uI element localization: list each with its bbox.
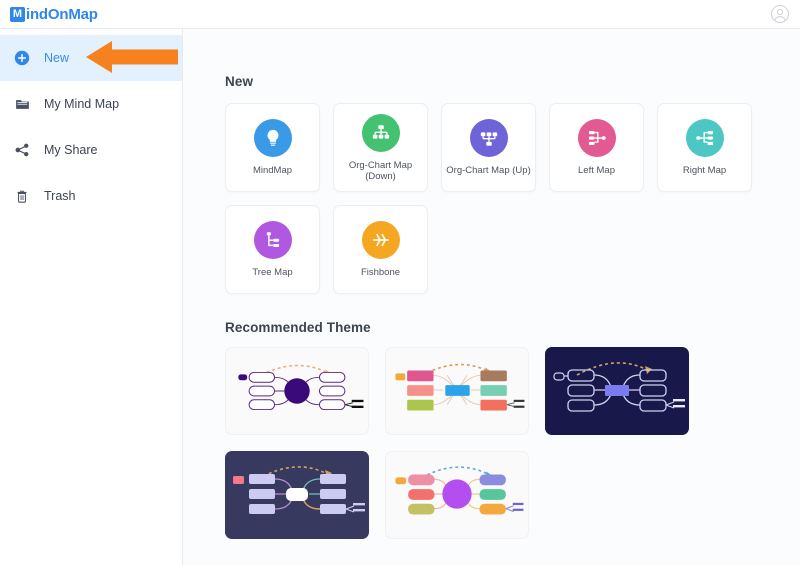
logo-text: indOnMap (26, 5, 98, 23)
user-circle-icon[interactable] (770, 4, 790, 24)
fishbone-icon (361, 221, 400, 259)
tree-map-icon (253, 221, 292, 259)
org-chart-down-icon (361, 113, 400, 152)
plus-circle-icon (12, 48, 32, 68)
sidebar-item-label: Trash (44, 189, 76, 203)
org-chart-up-icon (469, 119, 508, 157)
sidebar-item-new[interactable]: New (0, 35, 182, 81)
template-card-mindmap[interactable]: MindMap (225, 103, 320, 192)
template-card-right-map[interactable]: Right Map (657, 103, 752, 192)
theme-preview (238, 364, 364, 411)
theme-card-slate-dark[interactable] (225, 451, 369, 539)
logo-badge: M (10, 6, 25, 22)
template-label: MindMap (252, 165, 293, 176)
right-map-icon (685, 119, 724, 157)
sidebar-item-label: My Share (44, 143, 98, 157)
template-card-org-chart-up[interactable]: Org-Chart Map (Up) (441, 103, 536, 192)
theme-card-colorful-light[interactable] (385, 347, 529, 435)
top-bar: M indOnMap (0, 0, 800, 29)
sidebar-item-trash[interactable]: Trash (0, 173, 182, 219)
theme-preview (233, 466, 365, 514)
sidebar: New My Mind Map My Share Trash (0, 29, 183, 565)
template-card-org-chart-down[interactable]: Org-Chart Map (Down) (333, 103, 428, 192)
new-section-title: New (225, 74, 254, 89)
template-label: Tree Map (252, 267, 293, 278)
theme-card-purple-light[interactable] (385, 451, 529, 539)
app-window: M indOnMap New My Mind Map My Share Tras… (0, 0, 800, 565)
template-label: Left Map (578, 165, 615, 176)
template-card-left-map[interactable]: Left Map (549, 103, 644, 192)
share-icon (12, 140, 32, 160)
theme-card-violet-light[interactable] (225, 347, 369, 435)
theme-grid (225, 347, 800, 539)
sidebar-item-my-share[interactable]: My Share (0, 127, 182, 173)
template-label: Fishbone (360, 267, 401, 278)
theme-preview (395, 363, 525, 411)
theme-preview (553, 362, 685, 412)
sidebar-item-my-mind-map[interactable]: My Mind Map (0, 81, 182, 127)
main-content: New MindMap Org-Chart Map (Down) Org-Cha… (183, 29, 800, 565)
lightbulb-icon (253, 119, 292, 157)
app-logo[interactable]: M indOnMap (0, 5, 98, 23)
folder-icon (12, 94, 32, 114)
template-label: Org-Chart Map (Down) (348, 159, 413, 182)
sidebar-item-label: New (44, 51, 70, 65)
theme-card-navy-dark[interactable] (545, 347, 689, 435)
sidebar-item-label: My Mind Map (44, 97, 120, 111)
template-card-tree-map[interactable]: Tree Map (225, 205, 320, 294)
account-area[interactable] (770, 4, 800, 24)
trash-icon (12, 186, 32, 206)
template-label: Org-Chart Map (Up) (446, 165, 531, 176)
template-grid: MindMap Org-Chart Map (Down) Org-Chart M… (225, 103, 800, 294)
left-map-icon (577, 119, 616, 157)
template-card-fishbone[interactable]: Fishbone (333, 205, 428, 294)
template-label: Right Map (682, 165, 727, 176)
theme-section-title: Recommended Theme (225, 320, 371, 335)
theme-preview (395, 466, 524, 515)
